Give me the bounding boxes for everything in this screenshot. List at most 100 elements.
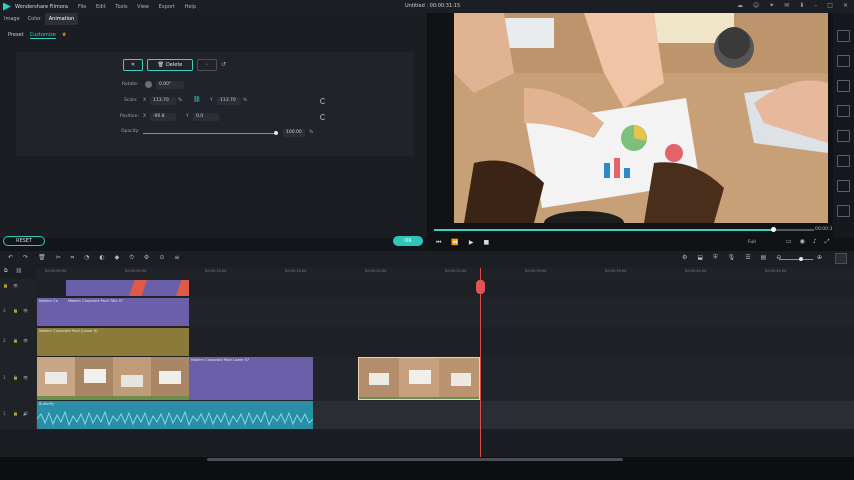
download-icon[interactable]: ⬇ bbox=[799, 2, 804, 9]
audio-clip[interactable]: Butterfly bbox=[37, 401, 313, 429]
close-icon[interactable]: ✕ bbox=[843, 2, 848, 9]
delete-keyframe-button[interactable]: 🗑 Delete bbox=[147, 59, 193, 71]
rotate-input[interactable]: 0.00° bbox=[156, 81, 184, 89]
prev-frame-icon[interactable]: ⏮ bbox=[436, 239, 441, 247]
minimize-icon[interactable]: – bbox=[814, 2, 817, 9]
side-thumb-1[interactable] bbox=[837, 30, 850, 42]
menu-tools[interactable]: Tools bbox=[115, 4, 127, 10]
tab-animation[interactable]: Animation bbox=[44, 13, 79, 25]
fullscreen-icon[interactable]: ⤢ bbox=[825, 238, 830, 246]
track-lock-icon[interactable]: 🔒 bbox=[13, 338, 18, 343]
effects-icon[interactable]: ⚙ bbox=[144, 254, 149, 262]
playhead-handle[interactable] bbox=[476, 280, 485, 294]
element-clip[interactable]: Modern Corporate Pack (Lower 6) bbox=[37, 328, 189, 356]
side-thumb-5[interactable] bbox=[837, 130, 850, 142]
position-y-input[interactable]: 0.0 bbox=[193, 113, 219, 121]
quality-select[interactable]: Full bbox=[748, 240, 756, 245]
opacity-slider-handle[interactable] bbox=[274, 131, 278, 135]
playback-handle[interactable] bbox=[771, 227, 776, 232]
speed-icon[interactable]: ◔ bbox=[84, 254, 89, 262]
time-ruler[interactable]: 00:00:00:00 00:00:05:00 00:00:10:00 00:0… bbox=[36, 267, 854, 279]
cloud-icon[interactable]: ☁ bbox=[737, 2, 743, 9]
undo-icon[interactable]: ↶ bbox=[8, 254, 13, 262]
scale-x-input[interactable]: 113.70 bbox=[150, 97, 176, 105]
keyframe-icon[interactable]: ◆ bbox=[115, 254, 120, 262]
side-thumb-6[interactable] bbox=[837, 155, 850, 167]
color-icon[interactable]: ◐ bbox=[99, 254, 104, 262]
side-thumb-3[interactable] bbox=[837, 80, 850, 92]
zoom-slider-handle[interactable] bbox=[799, 257, 803, 261]
track-lock-icon[interactable]: 🔒 bbox=[13, 375, 18, 380]
add-track-icon[interactable]: ⧉ bbox=[4, 268, 8, 274]
adjust-icon[interactable]: ≡ bbox=[174, 254, 179, 262]
link-track-icon[interactable]: ⛓ bbox=[16, 268, 22, 274]
video-preview[interactable] bbox=[454, 13, 828, 223]
menu-export[interactable]: Export bbox=[159, 4, 175, 10]
step-back-icon[interactable]: ⏪ bbox=[451, 239, 458, 247]
opacity-slider[interactable] bbox=[143, 133, 276, 134]
track-eye-icon[interactable]: 👁 bbox=[23, 308, 28, 313]
video-clip[interactable] bbox=[358, 357, 480, 400]
opacity-input[interactable]: 100.00 bbox=[283, 129, 305, 137]
side-thumb-2[interactable] bbox=[837, 55, 850, 67]
zoom-in-icon[interactable]: ⊕ bbox=[817, 254, 822, 261]
track-eye-icon[interactable]: 👁 bbox=[23, 375, 28, 380]
rotate-dial[interactable] bbox=[145, 81, 152, 88]
timer-icon[interactable]: ⏱ bbox=[129, 254, 134, 262]
ok-button[interactable]: OK bbox=[393, 236, 423, 246]
playback-progress[interactable] bbox=[434, 229, 774, 231]
scale-reset-icon[interactable] bbox=[320, 98, 326, 104]
top-title-clip[interactable] bbox=[66, 280, 189, 296]
track-eye-icon[interactable]: 👁 bbox=[23, 338, 28, 343]
caption-icon[interactable]: ▤ bbox=[761, 254, 767, 262]
video-clip[interactable] bbox=[37, 357, 189, 400]
track-lock-icon[interactable]: 🔒 bbox=[13, 411, 18, 416]
tab-image[interactable]: Image bbox=[0, 13, 24, 25]
position-x-input[interactable]: -90.8 bbox=[150, 113, 176, 121]
timeline-scrollbar[interactable] bbox=[207, 458, 623, 461]
side-thumb-4[interactable] bbox=[837, 105, 850, 117]
side-thumb-7[interactable] bbox=[837, 180, 850, 192]
keyframe-add-button[interactable]: ✕ bbox=[123, 59, 143, 71]
mixer-icon[interactable]: ☰ bbox=[745, 254, 750, 262]
play-icon[interactable]: ▶ bbox=[469, 239, 474, 247]
undo-reset-icon[interactable]: ↺ bbox=[221, 61, 226, 68]
menu-help[interactable]: Help bbox=[185, 4, 196, 10]
subtab-customize[interactable]: Customize bbox=[29, 32, 56, 39]
gift-icon[interactable]: ✉ bbox=[784, 2, 789, 9]
account-icon[interactable]: ☺ bbox=[753, 2, 759, 9]
title-clip[interactable]: Modern Co bbox=[37, 298, 66, 326]
track-speaker-icon[interactable]: 🔊 bbox=[23, 411, 28, 416]
volume-icon[interactable]: ♪ bbox=[813, 238, 817, 246]
snapshot-icon[interactable]: ◉ bbox=[800, 238, 805, 246]
side-thumb-8[interactable] bbox=[837, 205, 850, 217]
next-keyframe-button[interactable]: » bbox=[197, 59, 217, 71]
title-clip[interactable]: Modern Corporate Pack Lower 07 bbox=[189, 357, 313, 400]
reset-button[interactable]: RESET bbox=[3, 236, 45, 246]
track-lock-icon[interactable]: 🔒 bbox=[13, 308, 18, 313]
track-lock-icon[interactable]: 🔒 bbox=[3, 283, 8, 288]
stop-icon[interactable]: ■ bbox=[484, 239, 490, 247]
bulb-icon[interactable]: ✦ bbox=[769, 2, 774, 9]
menu-file[interactable]: File bbox=[78, 4, 86, 10]
redo-icon[interactable]: ↷ bbox=[23, 254, 28, 262]
subtab-preset[interactable]: Preset bbox=[8, 32, 24, 39]
link-icon[interactable]: ⛓ bbox=[193, 96, 201, 103]
monitor-icon[interactable]: ▭ bbox=[786, 238, 792, 246]
zoom-out-icon[interactable]: ⊖ bbox=[776, 254, 781, 262]
playhead-line[interactable] bbox=[480, 268, 481, 458]
tab-color[interactable]: Color bbox=[24, 13, 45, 25]
mic-icon[interactable]: 🎙 bbox=[728, 254, 736, 262]
cut-icon[interactable]: ✂ bbox=[56, 254, 61, 262]
scale-y-input[interactable]: 113.70 bbox=[217, 97, 241, 105]
zoom-slider[interactable] bbox=[779, 259, 813, 260]
layout-icon[interactable] bbox=[835, 253, 847, 264]
marker-icon[interactable]: ⬓ bbox=[697, 254, 703, 262]
menu-view[interactable]: View bbox=[137, 4, 149, 10]
track-eye-icon[interactable]: 👁 bbox=[13, 283, 18, 288]
shield-icon[interactable]: ⛨ bbox=[713, 254, 718, 262]
delete-icon[interactable]: 🗑 bbox=[38, 254, 46, 262]
title-clip[interactable]: Modern Corporate Pack Title 07 bbox=[66, 298, 189, 326]
crop-icon[interactable]: ⌗ bbox=[71, 254, 74, 262]
motion-icon[interactable]: ⊙ bbox=[159, 254, 164, 262]
